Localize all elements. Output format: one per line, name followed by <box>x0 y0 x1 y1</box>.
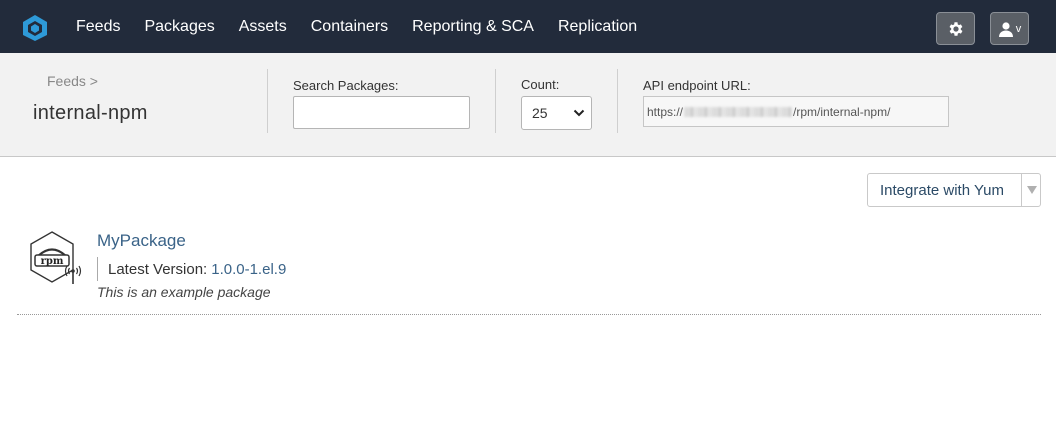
search-input[interactable] <box>293 96 470 129</box>
search-label: Search Packages: <box>293 78 399 93</box>
proget-logo-icon[interactable] <box>22 14 48 42</box>
nav-menu: Feeds Packages Assets Containers Reporti… <box>64 0 649 53</box>
nav-item-replication[interactable]: Replication <box>546 18 649 36</box>
button-separator <box>1021 174 1022 206</box>
count-label: Count: <box>521 77 560 92</box>
nav-item-assets[interactable]: Assets <box>227 18 299 36</box>
feed-header: Feeds > internal-npm Search Packages: Co… <box>0 53 1056 157</box>
settings-button[interactable] <box>936 12 975 45</box>
package-description: This is an example package <box>97 284 271 300</box>
integrate-label: Integrate with Yum <box>880 181 1004 199</box>
api-endpoint-field[interactable]: https:// /rpm/internal-npm/ <box>643 96 949 127</box>
package-name-link[interactable]: MyPackage <box>97 231 186 251</box>
divider <box>267 69 268 133</box>
api-url-prefix: https:// <box>647 104 684 119</box>
rpm-icon: rpm <box>30 231 82 284</box>
count-value: 25 <box>532 105 548 121</box>
nav-item-feeds[interactable]: Feeds <box>64 18 132 36</box>
page-title: internal-npm <box>33 102 148 124</box>
redacted-host <box>684 106 793 117</box>
api-url-suffix: /rpm/internal-npm/ <box>793 104 891 119</box>
list-item-divider <box>17 314 1041 315</box>
latest-version-label: Latest Version: <box>108 260 208 278</box>
nav-item-containers[interactable]: Containers <box>299 18 400 36</box>
nav-item-reporting-sca[interactable]: Reporting & SCA <box>400 18 546 36</box>
breadcrumb-feeds[interactable]: Feeds > <box>47 73 98 89</box>
gear-icon <box>949 21 962 36</box>
divider <box>495 69 496 133</box>
chevron-down-icon <box>573 109 585 117</box>
dropdown-triangle-icon[interactable] <box>1026 185 1038 195</box>
integrate-with-yum-button[interactable]: Integrate with Yum <box>867 173 1041 207</box>
package-version-row: Latest Version: 1.0.0-1.el.9 <box>97 257 286 281</box>
user-menu-button[interactable]: v <box>990 12 1029 45</box>
top-navbar: Feeds Packages Assets Containers Reporti… <box>0 0 1056 53</box>
divider <box>617 69 618 133</box>
api-endpoint-label: API endpoint URL: <box>643 78 751 93</box>
package-version-link[interactable]: 1.0.0-1.el.9 <box>211 261 286 278</box>
nav-item-packages[interactable]: Packages <box>132 18 226 36</box>
user-icon <box>998 21 1013 37</box>
rpm-icon-label: rpm <box>41 256 64 267</box>
count-select[interactable]: 25 <box>521 96 592 130</box>
user-menu-caret: v <box>1015 22 1022 35</box>
